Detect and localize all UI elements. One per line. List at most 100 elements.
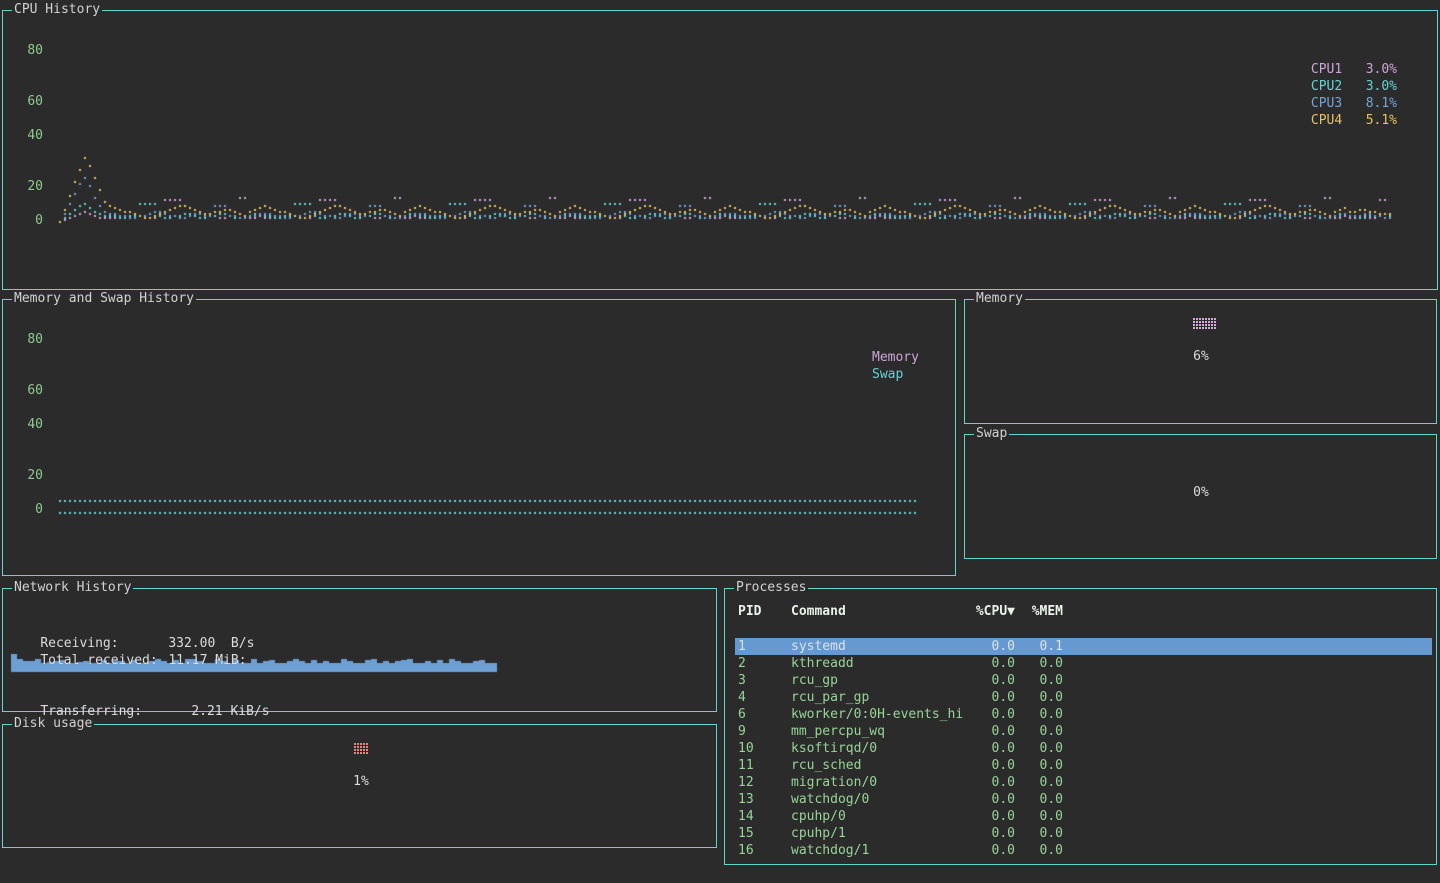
gauge-dot bbox=[1202, 324, 1204, 326]
process-row-kworker/0:0H-events_high[interactable]: 6kworker/0:0H-events_high0.00.0 bbox=[735, 706, 1432, 723]
swap-gauge-panel: Swap 0% bbox=[964, 434, 1437, 559]
memory-swap-history-chart bbox=[3, 300, 955, 575]
y-tick-20: 20 bbox=[11, 469, 43, 483]
process-pid: 10 bbox=[738, 740, 784, 757]
process-pid: 11 bbox=[738, 757, 784, 774]
process-mem-percent: 0.0 bbox=[1003, 808, 1063, 825]
gauge-dot bbox=[366, 749, 368, 751]
process-command: rcu_sched bbox=[791, 757, 963, 774]
process-mem-percent: 0.0 bbox=[1003, 723, 1063, 740]
gauge-dot bbox=[1214, 318, 1216, 320]
gauge-dot bbox=[360, 749, 362, 751]
y-tick-60: 60 bbox=[11, 95, 43, 109]
y-tick-0: 0 bbox=[11, 214, 43, 228]
gauge-dot bbox=[1193, 324, 1195, 326]
gauge-dot bbox=[1205, 327, 1207, 329]
process-row-ksoftirqd/0[interactable]: 10ksoftirqd/00.00.0 bbox=[735, 740, 1432, 757]
disk-usage-panel: Disk usage 1% bbox=[2, 724, 717, 848]
gauge-dot bbox=[366, 743, 368, 745]
y-tick-60: 60 bbox=[11, 384, 43, 398]
gauge-dot bbox=[1202, 318, 1204, 320]
gauge-dot bbox=[357, 746, 359, 748]
process-pid: 13 bbox=[738, 791, 784, 808]
cpu-legend-item-cpu2: CPU2 3.0% bbox=[1311, 79, 1397, 94]
process-row-rcu_par_gp[interactable]: 4rcu_par_gp0.00.0 bbox=[735, 689, 1432, 706]
column-header-command[interactable]: Command bbox=[791, 604, 963, 620]
gauge-dot bbox=[363, 749, 365, 751]
process-row-rcu_gp[interactable]: 3rcu_gp0.00.0 bbox=[735, 672, 1432, 689]
process-command: rcu_par_gp bbox=[791, 689, 963, 706]
process-pid: 15 bbox=[738, 825, 784, 842]
process-pid: 16 bbox=[738, 842, 784, 859]
gauge-dot bbox=[1211, 321, 1213, 323]
cpu-history-panel: CPU History 806040200 CPU1 3.0%CPU2 3.0%… bbox=[2, 10, 1438, 290]
gauge-dot bbox=[354, 752, 356, 754]
process-row-cpuhp/0[interactable]: 14cpuhp/00.00.0 bbox=[735, 808, 1432, 825]
gauge-dot bbox=[1205, 318, 1207, 320]
process-row-systemd[interactable]: 1systemd0.00.1 bbox=[735, 638, 1432, 655]
process-pid: 1 bbox=[738, 638, 784, 655]
gauge-dot bbox=[1193, 327, 1195, 329]
process-mem-percent: 0.0 bbox=[1003, 774, 1063, 791]
gauge-dot bbox=[1196, 318, 1198, 320]
gauge-dot bbox=[357, 743, 359, 745]
gauge-dot bbox=[1202, 321, 1204, 323]
gauge-dot bbox=[1208, 324, 1210, 326]
gauge-dot bbox=[1199, 321, 1201, 323]
y-tick-20: 20 bbox=[11, 180, 43, 194]
process-command: rcu_gp bbox=[791, 672, 963, 689]
process-pid: 12 bbox=[738, 774, 784, 791]
process-command: watchdog/0 bbox=[791, 791, 963, 808]
memory-percent-label: 6% bbox=[1181, 350, 1221, 364]
process-mem-percent: 0.0 bbox=[1003, 740, 1063, 757]
processes-title: Processes bbox=[734, 580, 808, 596]
process-command: kworker/0:0H-events_high bbox=[791, 706, 963, 723]
gauge-dot bbox=[366, 746, 368, 748]
process-mem-percent: 0.0 bbox=[1003, 825, 1063, 842]
process-command: migration/0 bbox=[791, 774, 963, 791]
cpu-legend-item-cpu4: CPU4 5.1% bbox=[1311, 113, 1397, 128]
gauge-dot bbox=[1199, 324, 1201, 326]
column-header-pid[interactable]: PID bbox=[738, 604, 784, 620]
process-row-cpuhp/1[interactable]: 15cpuhp/10.00.0 bbox=[735, 825, 1432, 842]
cpu-legend-item-cpu1: CPU1 3.0% bbox=[1311, 62, 1397, 77]
process-row-watchdog/0[interactable]: 13watchdog/00.00.0 bbox=[735, 791, 1432, 808]
process-pid: 9 bbox=[738, 723, 784, 740]
gauge-dot bbox=[1193, 321, 1195, 323]
process-pid: 6 bbox=[738, 706, 784, 723]
y-tick-40: 40 bbox=[11, 418, 43, 432]
gauge-dot bbox=[1196, 321, 1198, 323]
gauge-dot bbox=[363, 746, 365, 748]
process-row-kthreadd[interactable]: 2kthreadd0.00.0 bbox=[735, 655, 1432, 672]
memory-legend-item-swap: Swap bbox=[872, 367, 903, 382]
y-tick-80: 80 bbox=[11, 44, 43, 58]
process-command: ksoftirqd/0 bbox=[791, 740, 963, 757]
process-row-watchdog/1[interactable]: 16watchdog/10.00.0 bbox=[735, 842, 1432, 859]
column-header-mem[interactable]: %MEM bbox=[1003, 604, 1063, 620]
cpu-legend-item-cpu3: CPU3 8.1% bbox=[1311, 96, 1397, 111]
process-command: mm_percpu_wq bbox=[791, 723, 963, 740]
process-pid: 3 bbox=[738, 672, 784, 689]
transferring-value: 2.21 KiB/s bbox=[191, 704, 269, 719]
gauge-dot bbox=[363, 743, 365, 745]
gauge-dot bbox=[1193, 318, 1195, 320]
gauge-dot bbox=[360, 743, 362, 745]
process-row-migration/0[interactable]: 12migration/00.00.0 bbox=[735, 774, 1432, 791]
gauge-dot bbox=[1211, 318, 1213, 320]
swap-gauge-title: Swap bbox=[974, 426, 1009, 442]
process-mem-percent: 0.0 bbox=[1003, 689, 1063, 706]
disk-usage-title: Disk usage bbox=[12, 716, 94, 732]
gauge-dot bbox=[354, 746, 356, 748]
gauge-dot bbox=[357, 749, 359, 751]
gauge-dot bbox=[1205, 324, 1207, 326]
gauge-dot bbox=[1214, 321, 1216, 323]
gauge-dot bbox=[1202, 327, 1204, 329]
gauge-dot bbox=[1196, 327, 1198, 329]
y-tick-80: 80 bbox=[11, 333, 43, 347]
process-row-mm_percpu_wq[interactable]: 9mm_percpu_wq0.00.0 bbox=[735, 723, 1432, 740]
memory-gauge-panel: Memory 6% bbox=[964, 299, 1437, 424]
process-command: cpuhp/1 bbox=[791, 825, 963, 842]
process-row-rcu_sched[interactable]: 11rcu_sched0.00.0 bbox=[735, 757, 1432, 774]
process-command: systemd bbox=[791, 638, 963, 655]
memory-gauge-title: Memory bbox=[974, 291, 1025, 307]
